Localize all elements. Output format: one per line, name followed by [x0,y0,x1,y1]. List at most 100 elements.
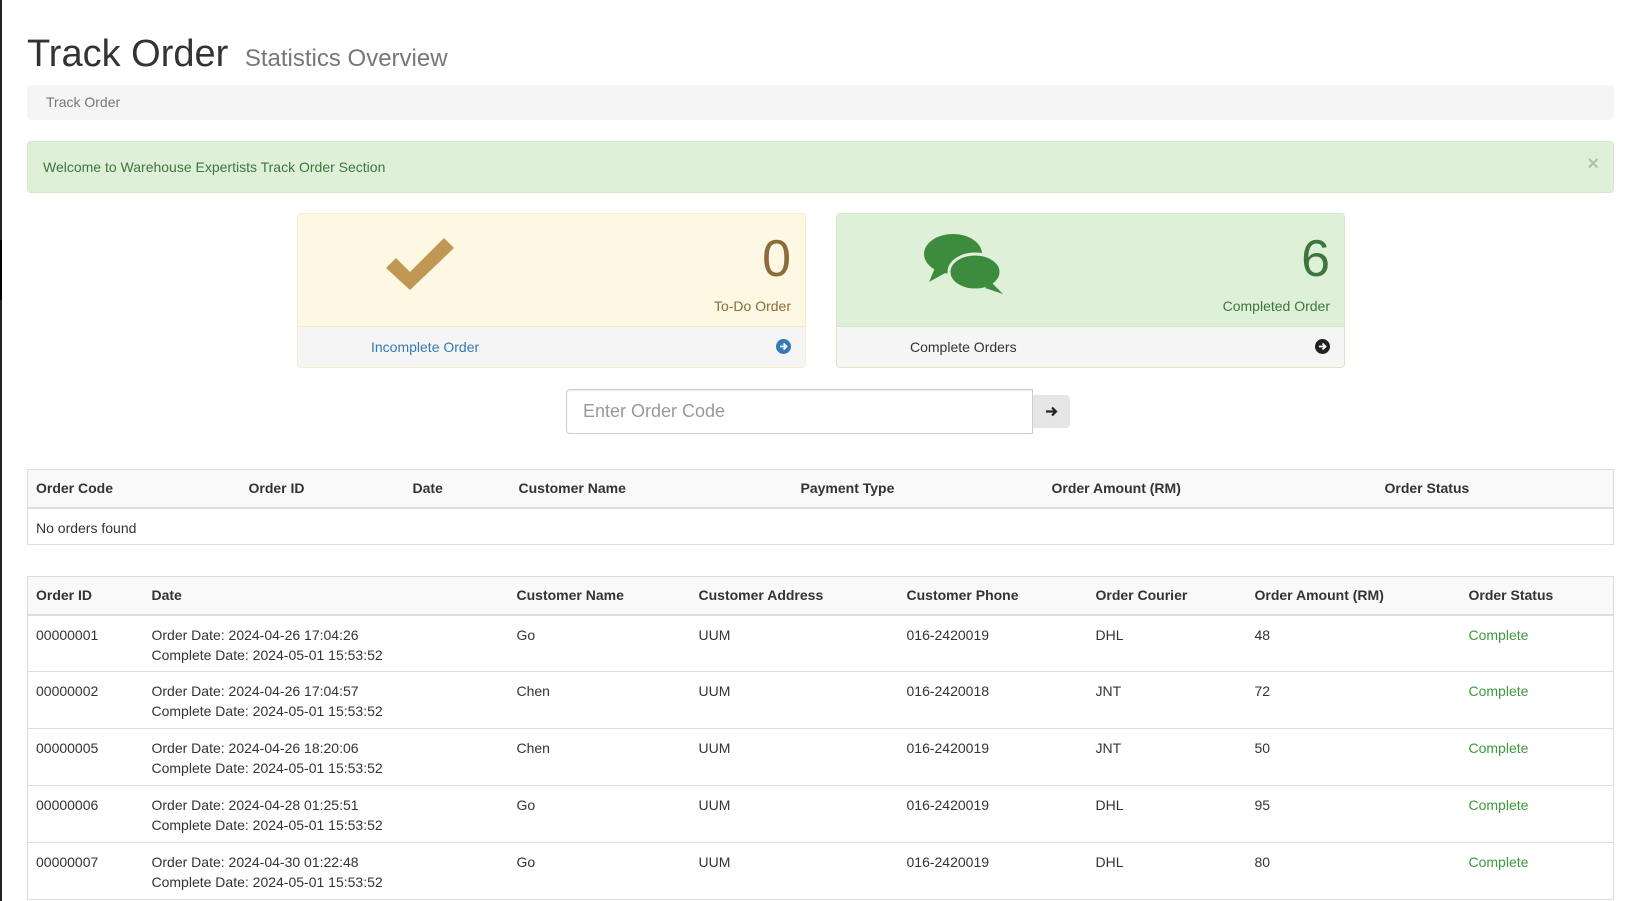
column-header: Order Amount (RM) [1246,576,1461,616]
search-submit-button[interactable] [1033,395,1070,428]
column-header: Date [404,469,511,509]
customer-name-cell: Chen [508,671,691,729]
date-cell-order-date: Order Date: 2024-04-26 18:20:06 [151,740,359,756]
order-status-cell-status: Complete [1468,740,1529,756]
completed-order-panel: 6 Completed Order Complete Orders [836,213,1345,368]
customer-address-cell-address: UUM [698,854,731,870]
close-icon[interactable]: × [1587,154,1599,174]
column-header: Customer Address [690,576,899,616]
table-row: 00000005 Order Date: 2024-04-26 18:20:06 C… [27,728,1614,786]
column-header: Order Status [1376,469,1614,509]
completed-order-panel-heading: 6 Completed Order [837,214,1344,327]
breadcrumb-item-track-order[interactable]: Track Order [46,94,120,110]
arrow-right-icon [1046,406,1058,417]
empty-message: No orders found [27,507,1614,545]
order-status-cell-status: Complete [1468,626,1529,643]
order-amount-cell-amount: 72 [1254,683,1271,699]
customer-address-cell: UUM [690,842,899,900]
incomplete-order-label[interactable]: Incomplete Order [371,339,479,355]
customer-name-cell: Go [508,614,691,672]
date-cell-complete-date: Complete Date: 2024-05-01 15:53:52 [151,703,383,719]
date-cell: Order Date: 2024-04-26 17:04:57 Complete … [143,671,509,729]
order-status-cell-status: Complete [1468,854,1529,870]
order-courier-cell-courier: DHL [1095,854,1124,870]
page-subtitle: Statistics Overview [244,45,448,72]
incomplete-order-link[interactable]: Incomplete Order [298,327,805,367]
order-status-cell: Complete [1460,614,1614,672]
column-header: Order ID [27,576,144,616]
order-amount-cell: 50 [1246,728,1461,786]
customer-name-cell-name: Chen [516,740,550,756]
order-id-cell: 00000005 [27,728,144,786]
column-header: Order Amount (RM) [1043,469,1377,509]
order-code-input[interactable] [566,389,1033,434]
todo-order-panel-heading: 0 To-Do Order [298,214,805,327]
customer-phone-cell: 016-2420019 [898,785,1088,843]
order-courier-cell: DHL [1087,614,1247,672]
order-id-cell-id: 00000006 [36,797,99,813]
date-cell: Order Date: 2024-04-26 18:20:06 Complete … [143,728,509,786]
customer-phone-cell-phone: 016-2420018 [906,683,990,699]
order-amount-cell: 95 [1246,785,1461,843]
order-courier-cell: JNT [1087,671,1247,729]
order-id-cell-id: 00000007 [36,854,99,870]
order-status-cell-status: Complete [1468,797,1529,813]
orders-table-body: 00000001 Order Date: 2024-04-26 17:04:26 C… [27,614,1614,900]
customer-name-cell-name: Chen [516,683,550,699]
arrow-circle-right-icon[interactable] [1315,339,1330,354]
customer-phone-cell: 016-2420019 [898,728,1088,786]
order-amount-cell: 72 [1246,671,1461,729]
order-amount-cell: 80 [1246,842,1461,900]
table-row: 00000007 Order Date: 2024-04-30 01:22:48 C… [27,842,1614,900]
column-header: Customer Phone [898,576,1088,616]
date-cell-complete-date: Complete Date: 2024-05-01 15:53:52 [151,646,383,663]
customer-phone-cell: 016-2420019 [898,842,1088,900]
complete-orders-label[interactable]: Complete Orders [910,339,1017,355]
complete-orders-link[interactable]: Complete Orders [837,327,1344,367]
order-courier-cell: DHL [1087,842,1247,900]
order-courier-cell-courier: JNT [1095,740,1122,756]
customer-address-cell: UUM [690,785,899,843]
customer-name-cell-name: Go [516,797,536,813]
order-status-cell: Complete [1460,842,1614,900]
check-icon [384,232,456,295]
orders-table: Order ID Date Customer Name Customer Add… [27,576,1614,900]
date-cell: Order Date: 2024-04-30 01:22:48 Complete … [143,842,509,900]
alert-message: Welcome to Warehouse Expertists Track Or… [43,159,386,175]
order-courier-cell-courier: DHL [1095,626,1124,643]
window-left-edge [0,0,2,901]
order-status-cell: Complete [1460,671,1614,729]
date-cell-order-date: Order Date: 2024-04-28 01:25:51 [151,797,359,813]
order-id-cell-id: 00000005 [36,740,99,756]
date-cell-order-date: Order Date: 2024-04-30 01:22:48 [151,854,359,870]
date-cell-complete-date: Complete Date: 2024-05-01 15:53:52 [151,817,383,833]
customer-address-cell-address: UUM [698,740,731,756]
customer-address-cell-address: UUM [698,683,731,699]
date-cell: Order Date: 2024-04-28 01:25:51 Complete … [143,785,509,843]
order-status-cell: Complete [1460,728,1614,786]
customer-address-cell: UUM [690,671,899,729]
column-header: Order Courier [1087,576,1247,616]
customer-phone-cell-phone: 016-2420019 [906,797,990,813]
customer-phone-cell: 016-2420018 [898,671,1088,729]
column-header: Order ID [240,469,405,509]
column-header: Date [143,576,509,616]
breadcrumb: Track Order [27,85,1614,120]
order-amount-cell-amount: 95 [1254,797,1271,813]
table-row: No orders found [27,507,1614,545]
order-id-cell-id: 00000002 [36,683,99,699]
order-courier-cell: DHL [1087,785,1247,843]
arrow-circle-right-icon[interactable] [776,339,791,354]
customer-address-cell-address: UUM [698,797,731,813]
date-cell-complete-date: Complete Date: 2024-05-01 15:53:52 [151,760,383,776]
customer-phone-cell-phone: 016-2420019 [906,854,990,870]
order-id-cell: 00000001 [27,614,144,672]
order-id-cell: 00000007 [27,842,144,900]
date-cell-order-date: Order Date: 2024-04-26 17:04:57 [151,683,359,699]
table-header-row: Order ID Date Customer Name Customer Add… [27,576,1614,616]
column-header: Payment Type [792,469,1044,509]
comments-icon [923,232,1005,299]
order-amount-cell-amount: 80 [1254,854,1271,870]
order-amount-cell: 48 [1246,614,1461,672]
order-courier-cell-courier: JNT [1095,683,1122,699]
